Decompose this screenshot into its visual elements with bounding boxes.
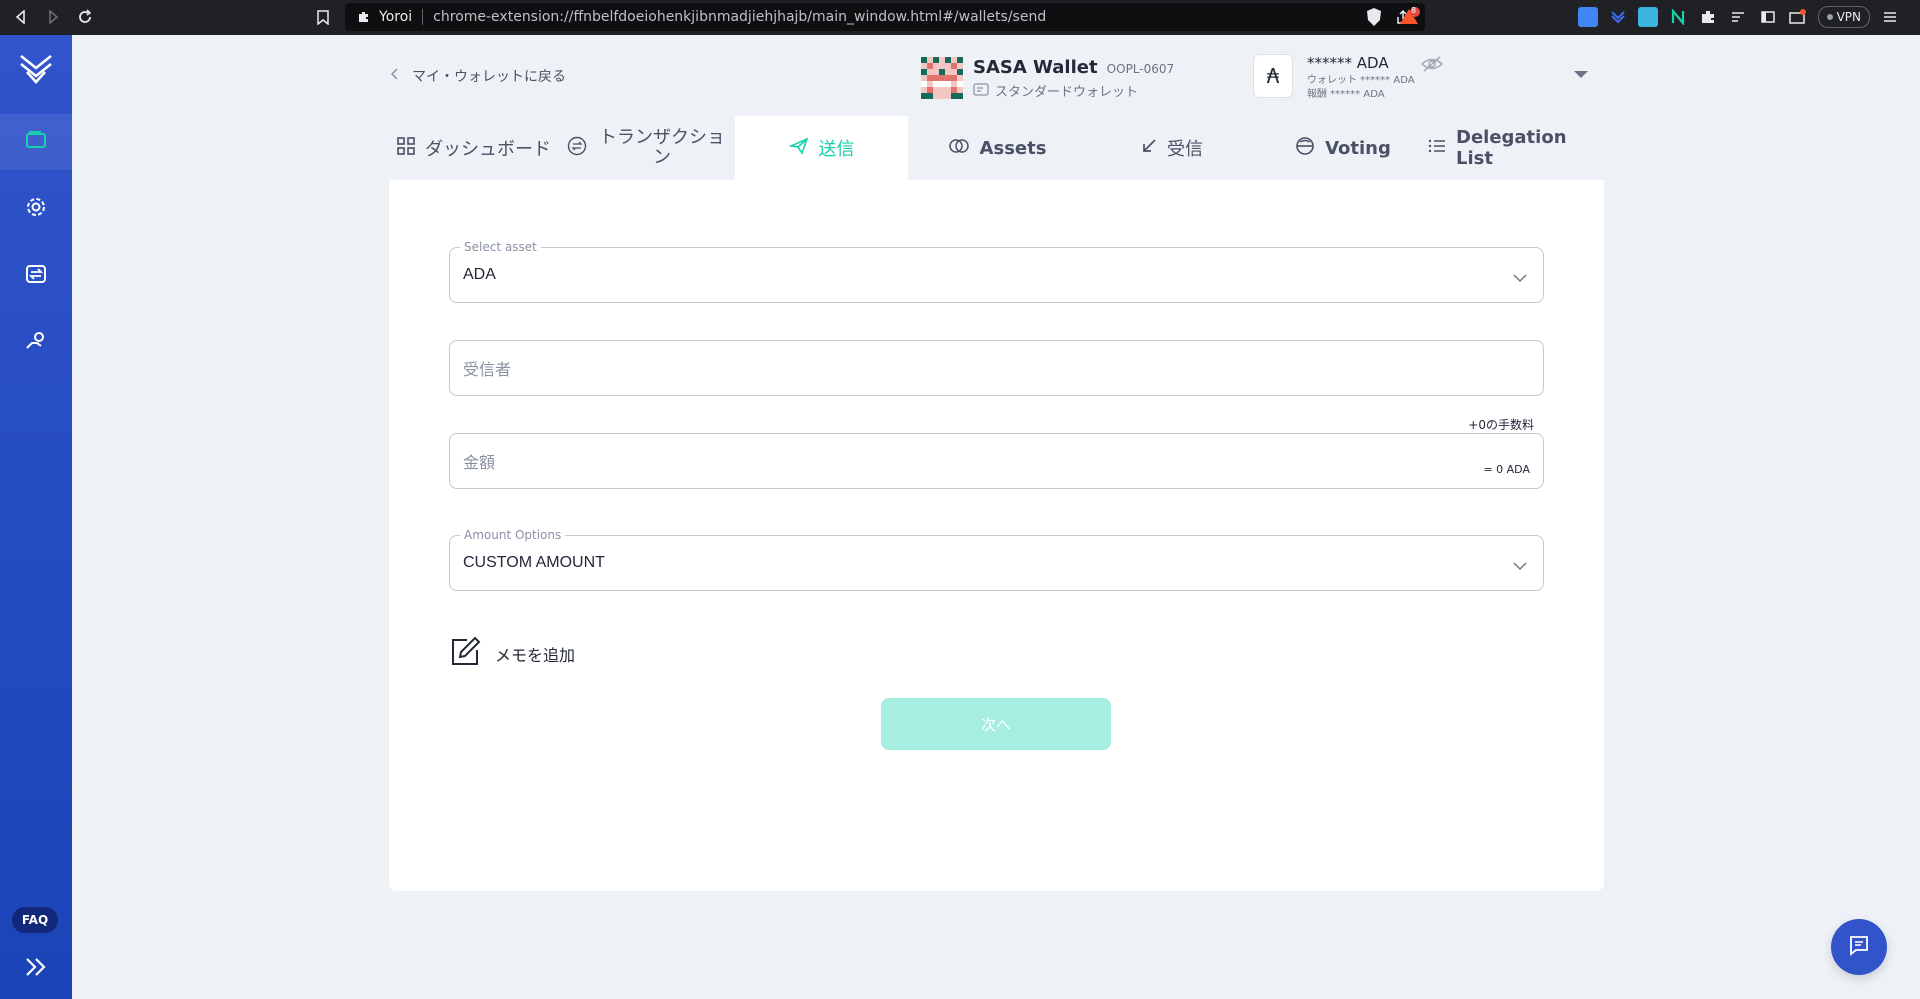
send-paper-plane-icon: [787, 137, 809, 160]
tab-voting[interactable]: Voting: [1258, 116, 1428, 180]
total-balance: ****** ADA: [1307, 54, 1389, 72]
wallet-type-label: スタンダードウォレット: [995, 85, 1139, 100]
n-extension-icon[interactable]: [1668, 7, 1688, 27]
sidebar-item-settings[interactable]: [0, 181, 72, 237]
faq-button[interactable]: FAQ: [12, 907, 58, 933]
url-site-name: Yoroi: [379, 9, 413, 25]
hide-balance-eye-icon[interactable]: [1420, 55, 1444, 77]
receiver-placeholder: 受信者: [463, 360, 512, 379]
address-bar[interactable]: Yoroi chrome-extension://ffnbelfdoeiohen…: [345, 3, 1425, 31]
amount-equivalent: = 0 ADA: [1483, 463, 1530, 476]
amount-options-value: CUSTOM AMOUNT: [463, 554, 605, 571]
tab-receive[interactable]: 受信: [1086, 116, 1258, 180]
tab-assets[interactable]: Assets: [908, 116, 1086, 180]
transactions-swap-icon: [567, 136, 587, 161]
yoroi-logo-icon[interactable]: [0, 39, 72, 99]
add-memo-label: メモを追加: [495, 646, 576, 665]
edit-pencil-icon: [449, 636, 481, 672]
wallet-info[interactable]: SASA Wallet OOPL-0607 スタンダードウォレット: [921, 57, 1174, 100]
staking-icon: [25, 330, 47, 356]
reading-list-icon[interactable]: [1728, 7, 1748, 27]
tab-receive-label: 受信: [1167, 139, 1203, 160]
amount-placeholder: 金額: [463, 453, 496, 472]
sidebar-item-exchange[interactable]: [0, 248, 72, 304]
add-memo-button[interactable]: メモを追加: [449, 636, 575, 672]
exchange-icon: [25, 264, 47, 288]
forward-arrow-icon[interactable]: [40, 4, 66, 30]
chevron-down-icon: [1513, 268, 1527, 287]
amount-options-dropdown[interactable]: Amount Options CUSTOM AMOUNT: [449, 528, 1544, 591]
dashboard-grid-icon: [397, 136, 415, 160]
browser-toolbar: Yoroi chrome-extension://ffnbelfdoeiohen…: [0, 0, 1920, 35]
sidebar-item-wallet[interactable]: [0, 114, 72, 170]
reload-icon[interactable]: [72, 4, 98, 30]
sidebar-item-staking[interactable]: [0, 315, 72, 371]
note-extension-icon[interactable]: [1637, 7, 1658, 27]
brave-shield-icon[interactable]: [1365, 7, 1383, 31]
tab-delegation-list-label: Delegation List: [1456, 127, 1567, 169]
vpn-button[interactable]: VPN: [1817, 6, 1870, 28]
translate-icon[interactable]: [1577, 7, 1598, 27]
expand-sidebar-icon[interactable]: [22, 953, 50, 981]
wallet-avatar: [921, 57, 963, 99]
tab-dashboard[interactable]: ダッシュボード: [389, 116, 559, 180]
chat-bubble-icon: [1848, 934, 1870, 960]
wallet-type-icon: [973, 82, 989, 100]
list-icon: [1428, 138, 1446, 159]
reward-balance: 報酬 ****** ADA: [1307, 89, 1385, 100]
send-form-card: Select asset ADA 受信者 +0の手数料 金額 = 0 ADA A…: [389, 180, 1604, 891]
tab-transactions-label: トランザクション: [599, 127, 725, 168]
tab-send-label: 送信: [818, 139, 855, 160]
wallet-dropdown-caret-icon[interactable]: [1574, 71, 1588, 78]
balance-info: ₳ ****** ADA ウォレット ****** ADA 報酬 ****** …: [1253, 54, 1415, 102]
back-to-wallets-label: マイ・ウォレットに戻る: [412, 69, 566, 85]
wallet-icon[interactable]: [1788, 7, 1808, 27]
yoroi-extension-icon[interactable]: [1608, 7, 1628, 27]
sidebar-toggle-icon[interactable]: [1758, 7, 1778, 27]
bookmark-icon[interactable]: [310, 4, 336, 30]
ada-currency-icon: ₳: [1253, 54, 1293, 98]
sidebar: FAQ: [0, 35, 72, 999]
assets-coins-icon: [948, 138, 970, 159]
amount-input[interactable]: 金額 = 0 ADA: [449, 433, 1544, 489]
tab-voting-label: Voting: [1325, 137, 1391, 159]
wallet-plate: OOPL-0607: [1106, 62, 1175, 76]
url-text: chrome-extension://ffnbelfdoeiohenkjibnm…: [433, 9, 1047, 25]
chat-support-button[interactable]: [1831, 919, 1887, 975]
tab-dashboard-label: ダッシュボード: [425, 139, 551, 160]
select-asset-value: ADA: [463, 266, 496, 283]
select-asset-label: Select asset: [460, 240, 541, 254]
extensions-puzzle-icon[interactable]: [1698, 7, 1718, 27]
wallet-balance: ウォレット ****** ADA: [1307, 75, 1415, 86]
extension-puzzle-icon: [357, 9, 371, 28]
wallet-icon: [25, 131, 47, 153]
menu-icon[interactable]: [1880, 7, 1900, 27]
voting-icon: [1295, 136, 1315, 161]
wallet-tabs: ダッシュボード トランザクション 送信 Assets 受信 Voting Del…: [389, 116, 1604, 180]
select-asset-dropdown[interactable]: Select asset ADA: [449, 240, 1544, 303]
brave-rewards-icon[interactable]: 8: [1398, 6, 1420, 32]
back-to-wallets-link[interactable]: マイ・ウォレットに戻る: [390, 66, 566, 86]
receiver-input[interactable]: 受信者: [449, 340, 1544, 396]
receive-arrow-icon: [1141, 138, 1157, 159]
tab-send[interactable]: 送信: [735, 116, 908, 180]
chevron-left-icon: [390, 68, 398, 84]
gear-icon: [25, 196, 47, 222]
tab-assets-label: Assets: [979, 137, 1047, 159]
amount-options-label: Amount Options: [460, 528, 566, 542]
fee-label: +0の手数料: [1468, 418, 1534, 432]
back-arrow-icon[interactable]: [8, 4, 34, 30]
wallet-name: SASA Wallet: [973, 57, 1098, 78]
next-button[interactable]: 次へ: [881, 698, 1111, 750]
tab-transactions[interactable]: トランザクション: [559, 116, 735, 180]
chevron-down-icon: [1513, 556, 1527, 575]
tab-delegation-list[interactable]: Delegation List: [1428, 116, 1604, 180]
